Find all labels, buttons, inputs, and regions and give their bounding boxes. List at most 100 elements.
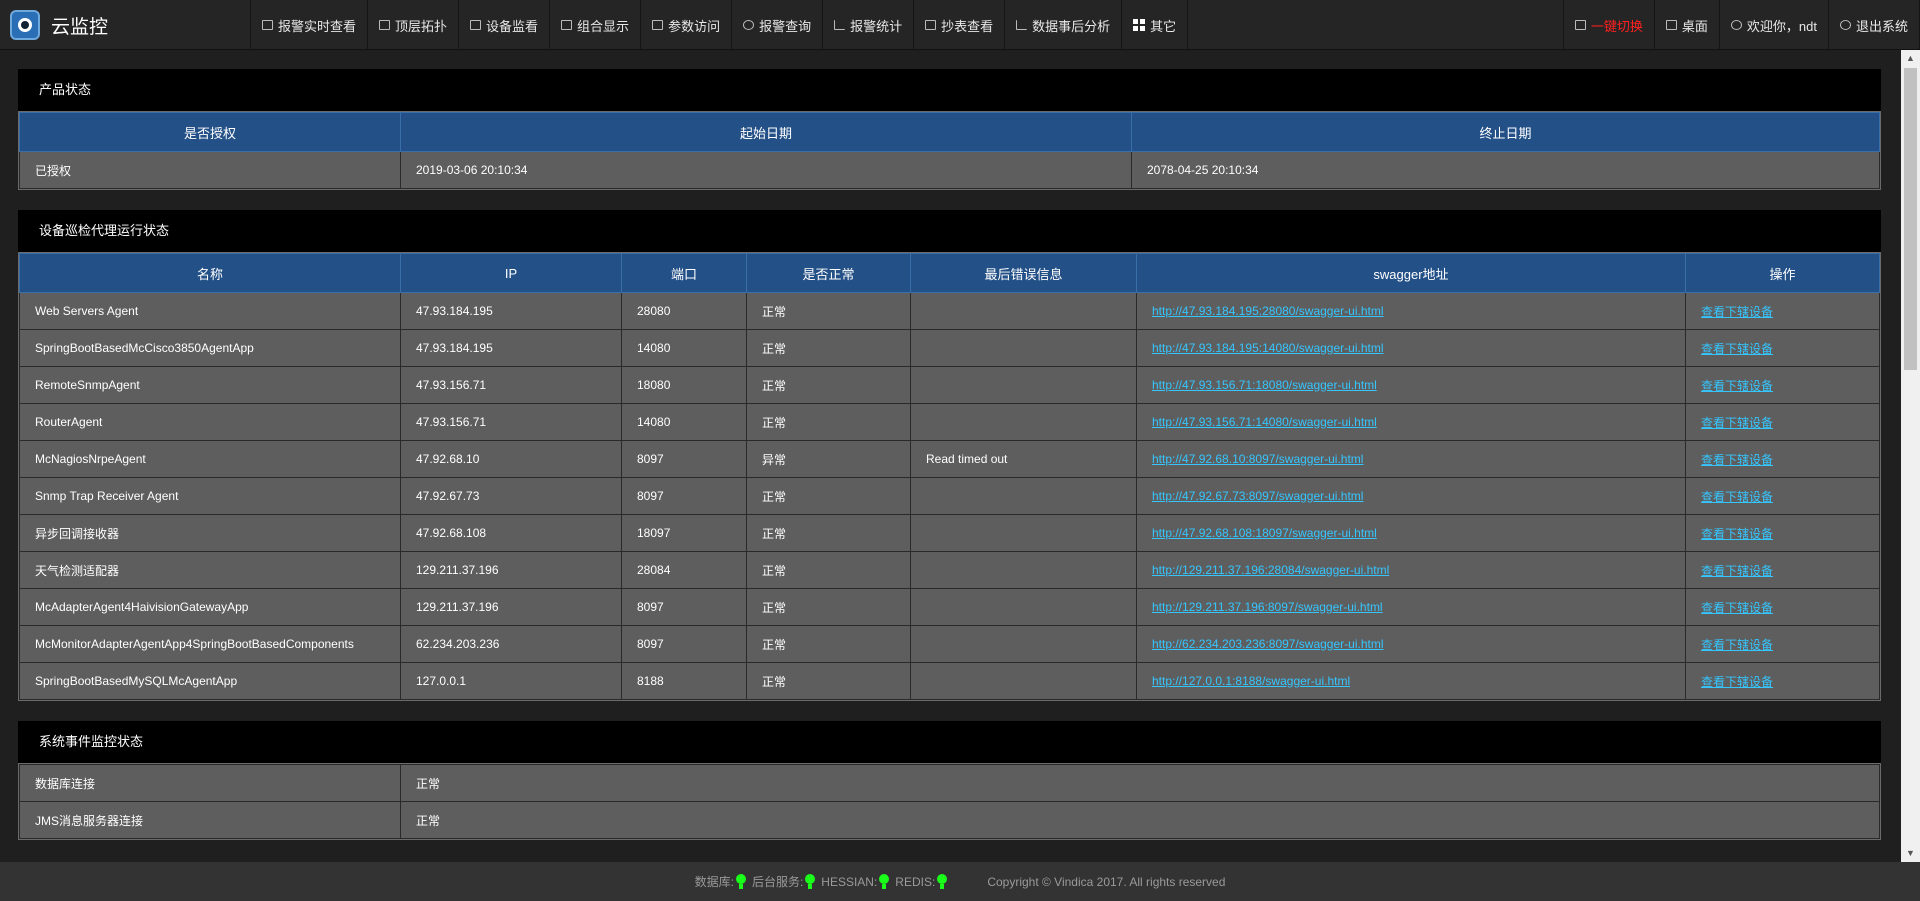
scroll-up-arrow-icon[interactable]: ▲ [1901, 50, 1920, 67]
vertical-scrollbar[interactable]: ▲ ▼ [1901, 50, 1920, 862]
swagger-link[interactable]: http://47.93.184.195:28080/swagger-ui.ht… [1152, 304, 1384, 318]
agent-name: RouterAgent [19, 403, 401, 441]
agent-ip: 47.93.156.71 [400, 403, 622, 441]
view-devices-link[interactable]: 查看下辖设备 [1701, 305, 1773, 319]
agent-name: RemoteSnmpAgent [19, 366, 401, 404]
table-row: 数据库连接 正常 [19, 764, 1880, 802]
system-events-table: 数据库连接 正常 JMS消息服务器连接 正常 [19, 764, 1880, 839]
swagger-link[interactable]: http://47.93.184.195:14080/swagger-ui.ht… [1152, 341, 1384, 355]
table-row: 已授权 2019-03-06 20:10:34 2078-04-25 20:10… [19, 151, 1880, 189]
view-devices-link[interactable]: 查看下辖设备 [1701, 416, 1773, 430]
user-menu[interactable]: 欢迎你，ndt [1718, 0, 1828, 50]
table-row: 异步回调接收器 47.92.68.108 18097 正常 http://47.… [19, 514, 1880, 552]
swagger-link[interactable]: http://47.93.156.71:14080/swagger-ui.htm… [1152, 415, 1377, 429]
nav-data-analysis[interactable]: 数据事后分析 [1004, 0, 1121, 50]
bulb-icon [805, 873, 816, 890]
desktop-button[interactable]: 桌面 [1653, 0, 1719, 50]
nav-other[interactable]: 其它 [1121, 0, 1189, 50]
nav-combined-display[interactable]: 组合显示 [549, 0, 640, 50]
nav-alarm-realtime[interactable]: 报警实时查看 [250, 0, 367, 50]
view-devices-link[interactable]: 查看下辖设备 [1701, 490, 1773, 504]
swagger-link[interactable]: http://47.92.68.108:18097/swagger-ui.htm… [1152, 526, 1377, 540]
top-navbar: 云监控 报警实时查看 顶层拓扑 设备监看 组合显示 参数访问 报警查询 报警统计… [0, 0, 1920, 50]
agent-error [910, 662, 1137, 700]
agent-error: Read timed out [910, 440, 1137, 478]
agent-port: 8188 [621, 662, 747, 700]
agent-error [910, 551, 1137, 589]
view-devices-link[interactable]: 查看下辖设备 [1701, 601, 1773, 615]
swagger-link[interactable]: http://127.0.0.1:8188/swagger-ui.html [1152, 674, 1350, 688]
agent-status: 正常 [746, 292, 911, 330]
agent-port: 8097 [621, 477, 747, 515]
agent-name: 异步回调接收器 [19, 514, 401, 552]
agent-status: 正常 [746, 625, 911, 663]
list-icon [652, 20, 664, 30]
scroll-thumb[interactable] [1904, 68, 1917, 370]
agent-status: 正常 [746, 588, 911, 626]
bulb-icon [937, 873, 948, 890]
one-click-switch-button[interactable]: 一键切换 [1562, 0, 1654, 50]
table-row: McMonitorAdapterAgentApp4SpringBootBased… [19, 625, 1880, 663]
agent-status: 正常 [746, 329, 911, 367]
service-status-indicators: 数据库: 后台服务: HESSIAN: REDIS: [695, 873, 954, 890]
event-name: JMS消息服务器连接 [19, 801, 401, 839]
nav-device-monitor[interactable]: 设备监看 [458, 0, 549, 50]
nav-top-topology[interactable]: 顶层拓扑 [367, 0, 458, 50]
column-header: 操作 [1685, 253, 1880, 293]
redis-status-label: REDIS: [895, 874, 936, 889]
column-header: 最后错误信息 [910, 253, 1137, 293]
chart-icon [1016, 20, 1028, 30]
scroll-down-arrow-icon[interactable]: ▼ [1901, 845, 1920, 862]
swagger-link[interactable]: http://62.234.203.236:8097/swagger-ui.ht… [1152, 637, 1384, 651]
column-header: IP [400, 253, 622, 293]
nav-param-access[interactable]: 参数访问 [640, 0, 731, 50]
product-status-panel: 产品状态 是否授权 起始日期 终止日期 已授权 2019-03-06 20:10… [18, 69, 1881, 190]
table-row: McNagiosNrpeAgent 47.92.68.10 8097 异常 Re… [19, 440, 1880, 478]
table-row: SpringBootBasedMcCisco3850AgentApp 47.93… [19, 329, 1880, 367]
nav-meter-reading[interactable]: 抄表查看 [913, 0, 1004, 50]
copyright-text: Copyright © Vindica 2017. All rights res… [987, 874, 1226, 889]
agent-error [910, 514, 1137, 552]
agent-error [910, 329, 1137, 367]
agent-port: 14080 [621, 329, 747, 367]
backend-status-label: 后台服务: [751, 875, 804, 889]
nav-alarm-query[interactable]: 报警查询 [731, 0, 822, 50]
swagger-link[interactable]: http://47.93.156.71:18080/swagger-ui.htm… [1152, 378, 1377, 392]
agent-error [910, 625, 1137, 663]
nav-alarm-stats[interactable]: 报警统计 [822, 0, 913, 50]
agent-port: 8097 [621, 440, 747, 478]
agent-status: 正常 [746, 514, 911, 552]
swagger-link[interactable]: http://47.92.68.10:8097/swagger-ui.html [1152, 452, 1363, 466]
agent-name: 天气检测适配器 [19, 551, 401, 589]
footer: 数据库: 后台服务: HESSIAN: REDIS: Copyright © V… [0, 862, 1920, 901]
agent-port: 28080 [621, 292, 747, 330]
table-row: SpringBootBasedMySQLMcAgentApp 127.0.0.1… [19, 662, 1880, 700]
logout-button[interactable]: 退出系统 [1827, 0, 1920, 50]
view-devices-link[interactable]: 查看下辖设备 [1701, 675, 1773, 689]
column-header: 端口 [621, 253, 747, 293]
column-header: 是否授权 [19, 112, 401, 152]
swagger-link[interactable]: http://129.211.37.196:28084/swagger-ui.h… [1152, 563, 1389, 577]
agent-status: 正常 [746, 662, 911, 700]
view-devices-link[interactable]: 查看下辖设备 [1701, 379, 1773, 393]
view-devices-link[interactable]: 查看下辖设备 [1701, 342, 1773, 356]
brand[interactable]: 云监控 [10, 9, 108, 41]
swagger-link[interactable]: http://47.92.67.73:8097/swagger-ui.html [1152, 489, 1363, 503]
agent-status: 异常 [746, 440, 911, 478]
view-devices-link[interactable]: 查看下辖设备 [1701, 564, 1773, 578]
speaker-icon [743, 20, 755, 30]
event-name: 数据库连接 [19, 764, 401, 802]
view-devices-link[interactable]: 查看下辖设备 [1701, 453, 1773, 467]
monitor-icon [262, 20, 273, 30]
swagger-link[interactable]: http://129.211.37.196:8097/swagger-ui.ht… [1152, 600, 1383, 614]
bulb-icon [735, 873, 746, 890]
view-devices-link[interactable]: 查看下辖设备 [1701, 638, 1773, 652]
view-devices-link[interactable]: 查看下辖设备 [1701, 527, 1773, 541]
authorization-status: 已授权 [19, 151, 401, 189]
agent-name: SpringBootBasedMySQLMcAgentApp [19, 662, 401, 700]
agent-ip: 47.92.68.10 [400, 440, 622, 478]
table-icon [925, 20, 937, 30]
column-header: swagger地址 [1136, 253, 1686, 293]
table-row: JMS消息服务器连接 正常 [19, 801, 1880, 839]
table-row: RouterAgent 47.93.156.71 14080 正常 http:/… [19, 403, 1880, 441]
